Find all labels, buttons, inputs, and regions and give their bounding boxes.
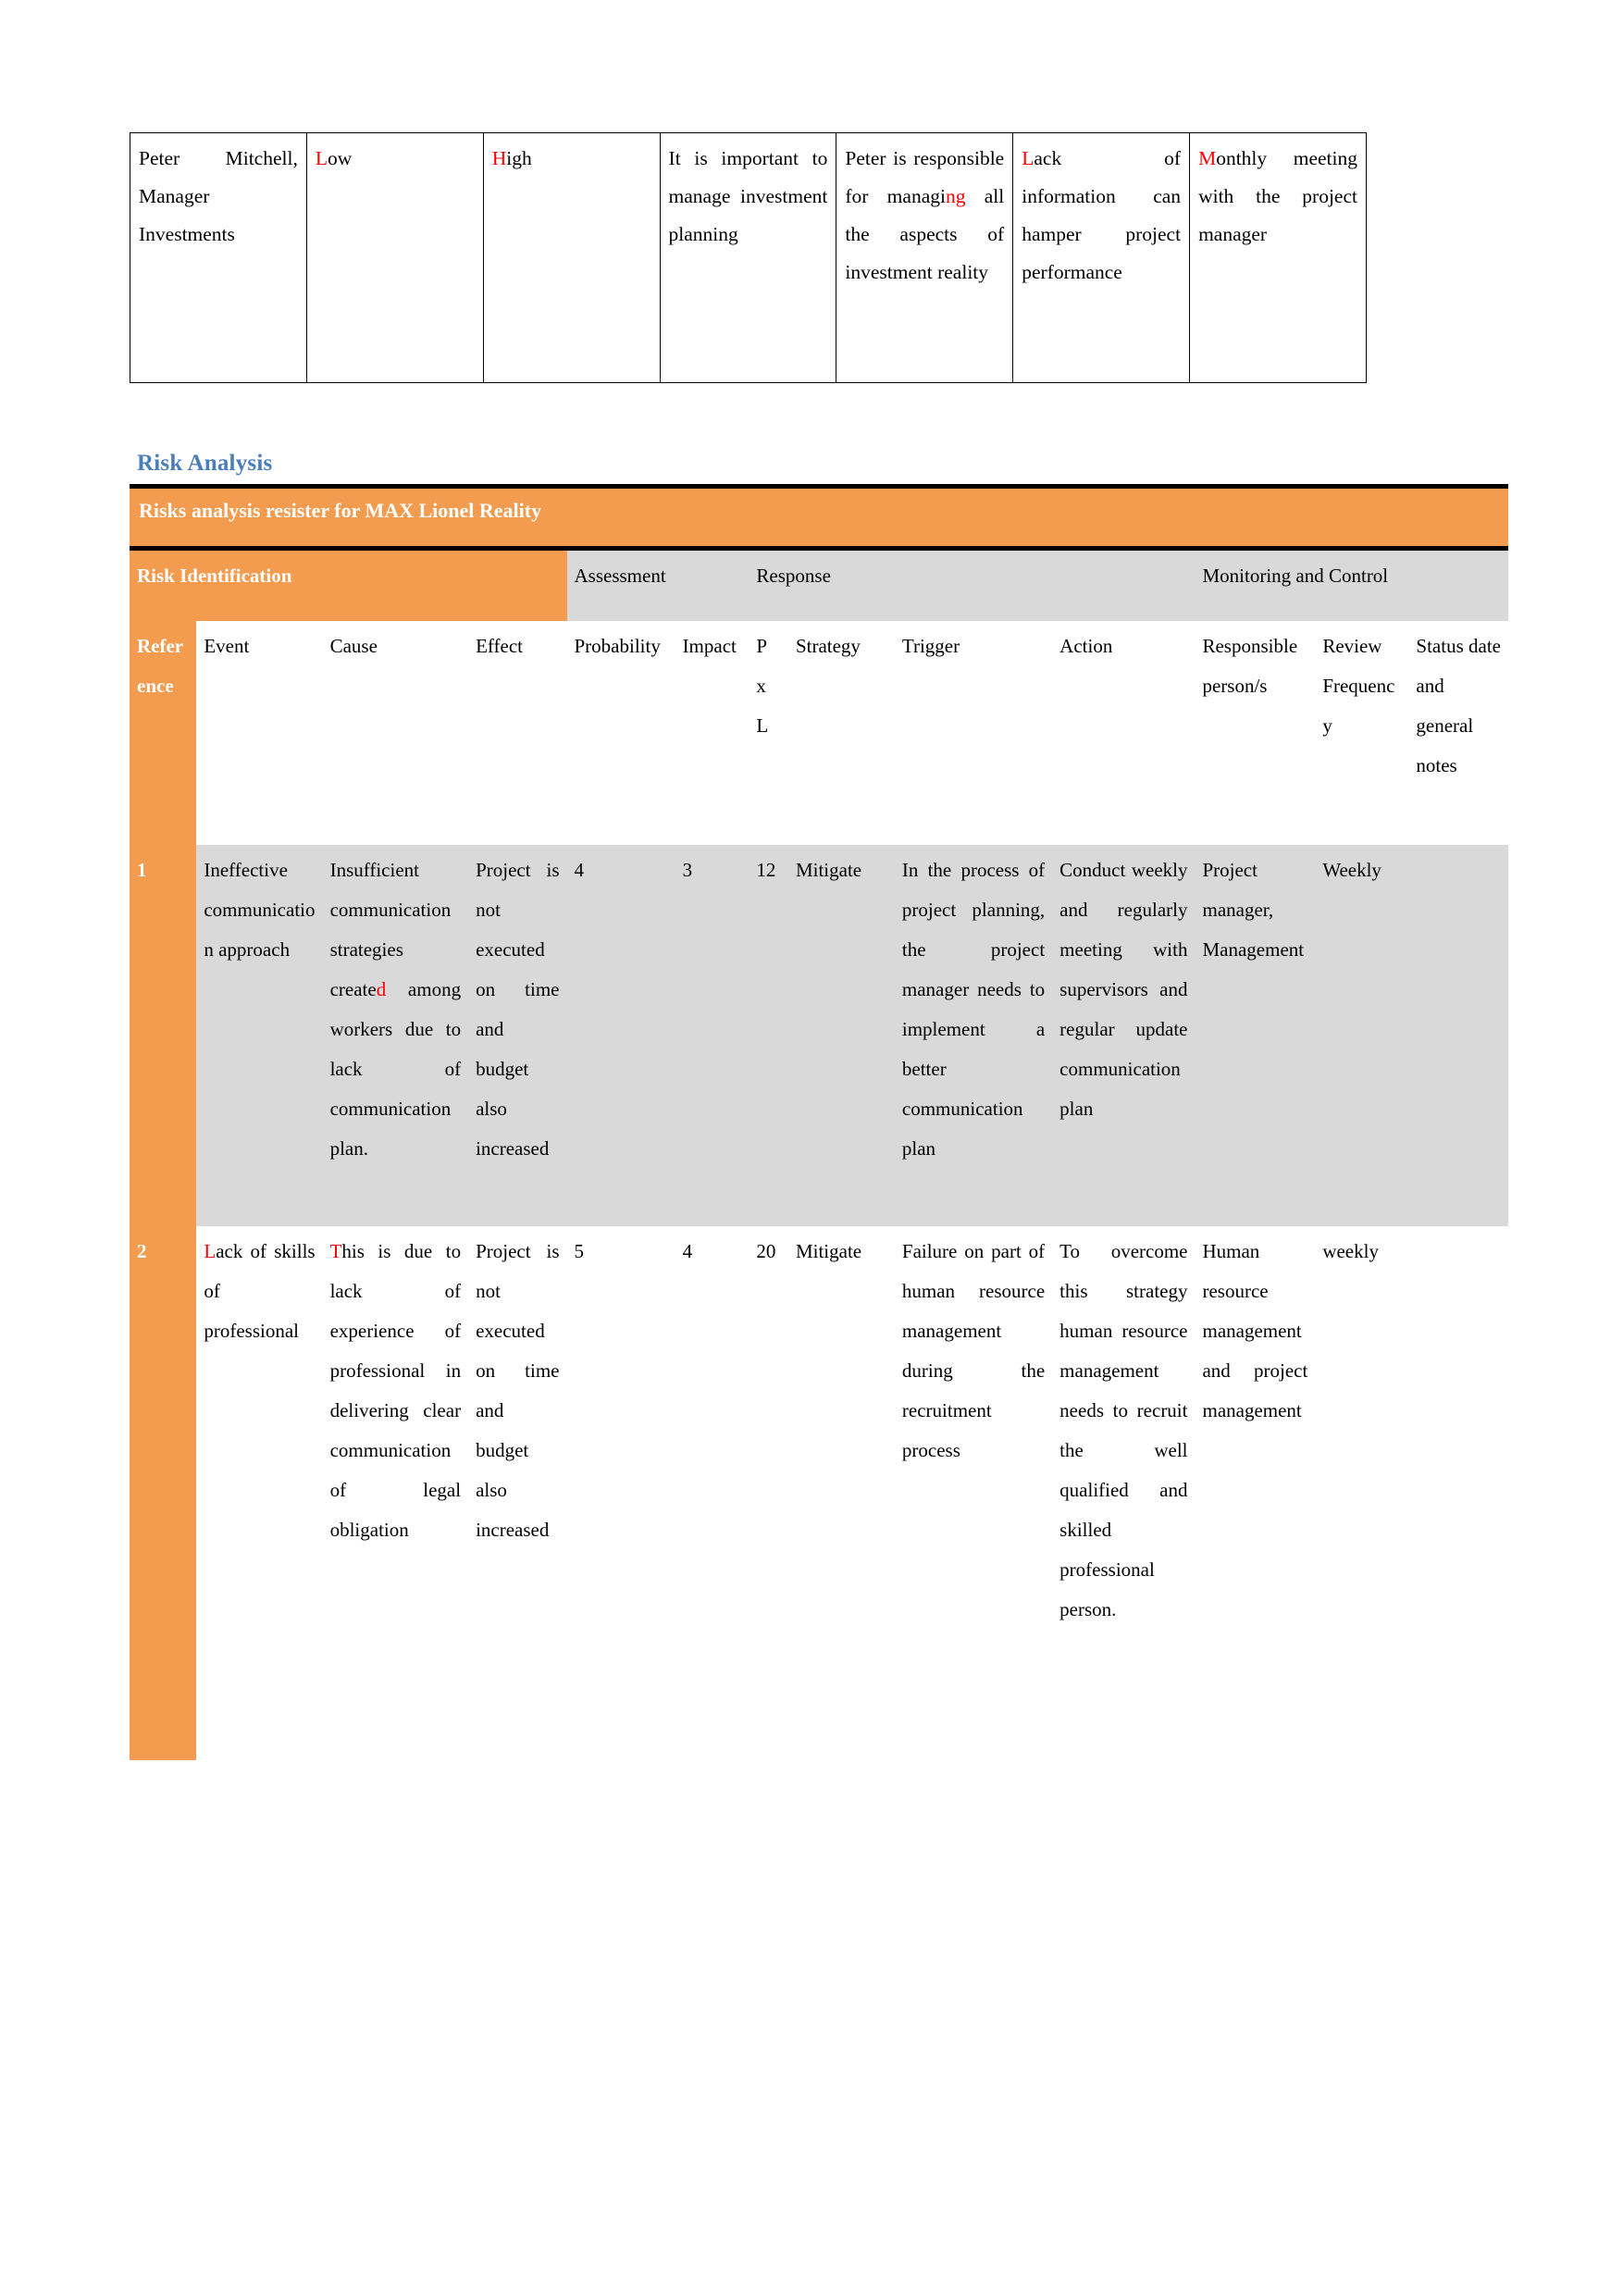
- cell-event: Lack of skills of professional: [196, 1226, 323, 1760]
- red-initial-lack-event: L: [204, 1240, 217, 1262]
- cell-reference: 2: [130, 1226, 197, 1760]
- cell-effect: Project is not executed on time and budg…: [468, 845, 567, 1226]
- red-initial-lack: L: [1022, 147, 1035, 169]
- col-header-reference: Reference: [130, 621, 197, 845]
- cell-trigger: Failure on part of human resource manage…: [894, 1226, 1053, 1760]
- col-header-action: Action: [1052, 621, 1196, 845]
- risk-note-rest: ack of information can hamper project pe…: [1022, 147, 1182, 283]
- col-header-event: Event: [196, 621, 323, 845]
- risk-register-grid: Risk Identification Assessment Response …: [130, 551, 1508, 1760]
- group-risk-identification: Risk Identification: [130, 551, 567, 621]
- cell-action: To overcome this strategy human resource…: [1052, 1226, 1196, 1760]
- group-header-row: Risk Identification Assessment Response …: [130, 551, 1508, 621]
- cell-responsible-person: Human resource management and project ma…: [1195, 1226, 1316, 1760]
- engagement-cell: Monthly meeting with the project manager: [1189, 132, 1367, 383]
- cell-effect: Project is not executed on time and budg…: [468, 1226, 567, 1760]
- red-initial-high: H: [491, 147, 507, 169]
- col-header-status-notes: Status date and general notes: [1408, 621, 1508, 845]
- low-label: ow: [327, 147, 353, 169]
- col-header-effect: Effect: [468, 621, 567, 845]
- group-assessment: Assessment: [566, 551, 750, 621]
- engagement-rest: onthly meeting with the project manager: [1198, 147, 1357, 245]
- cell-impact: 4: [675, 1226, 750, 1760]
- importance-cell: It is important to manage investment pla…: [659, 132, 837, 383]
- red-initial-low: L: [315, 147, 328, 169]
- group-response: Response: [749, 551, 1196, 621]
- cell-trigger: In the process of project planning, the …: [894, 845, 1053, 1226]
- cell-pxl: 20: [749, 1226, 788, 1760]
- impact-level-cell: Low: [305, 132, 484, 383]
- stakeholder-table: Peter Mitchell, Manager Investments Low …: [130, 132, 1367, 383]
- col-header-pxl: P x L: [749, 621, 788, 845]
- document-page: Peter Mitchell, Manager Investments Low …: [0, 0, 1623, 2296]
- cell-probability: 4: [566, 845, 675, 1226]
- table-row: 2 Lack of skills of professional This is…: [130, 1226, 1508, 1760]
- cell-action: Conduct weekly and regularly meeting wit…: [1052, 845, 1196, 1226]
- cell-reference: 1: [130, 845, 197, 1226]
- responsibility-text: Peter is responsible for managing all th…: [845, 140, 1004, 292]
- stakeholder-cell: Peter Mitchell, Manager Investments: [130, 132, 307, 383]
- table-row: 1 Ineffective communication approach Ins…: [130, 845, 1508, 1226]
- col-header-cause: Cause: [322, 621, 469, 845]
- column-header-row: Reference Event Cause Effect Probability…: [130, 621, 1508, 845]
- red-initial-this: T: [329, 1240, 342, 1262]
- page-title: Risk Analysis: [137, 451, 273, 476]
- cell-cause: Insufficient communication strategies cr…: [322, 845, 469, 1226]
- cell-event: Ineffective communication approach: [196, 845, 323, 1226]
- cell-responsible-person: Project manager, Management: [1195, 845, 1316, 1226]
- cell-cause: This is due to lack of experience of pro…: [322, 1226, 469, 1760]
- risk-register-banner-title: Risks analysis resister for MAX Lionel R…: [139, 499, 542, 522]
- high-label: igh: [506, 147, 532, 169]
- col-header-trigger: Trigger: [894, 621, 1053, 845]
- cell-status-notes: [1408, 1226, 1508, 1760]
- cell-pxl: 12: [749, 845, 788, 1226]
- cell-review-frequency: weekly: [1315, 1226, 1409, 1760]
- cell-strategy: Mitigate: [787, 845, 895, 1226]
- table-row: Peter Mitchell, Manager Investments Low …: [130, 132, 1367, 383]
- responsibility-cell: Peter is responsible for managing all th…: [836, 132, 1014, 383]
- cell-strategy: Mitigate: [787, 1226, 895, 1760]
- col-header-probability: Probability: [566, 621, 675, 845]
- col-header-review-frequency: Review Frequency: [1315, 621, 1409, 845]
- influence-level-cell: High: [482, 132, 661, 383]
- red-fragment-ng: ng: [945, 185, 966, 207]
- cell-impact: 3: [675, 845, 750, 1226]
- red-initial-monthly: M: [1198, 147, 1217, 169]
- cause-rest: his is due to lack of experience of prof…: [329, 1240, 462, 1541]
- col-header-responsible-person: Responsible person/s: [1195, 621, 1316, 845]
- risk-register-banner: Risks analysis resister for MAX Lionel R…: [130, 489, 1508, 546]
- event-rest: ack of skills of professional: [204, 1240, 316, 1342]
- red-fragment-d: d: [376, 978, 387, 1000]
- engagement-text: Monthly meeting with the project manager: [1198, 140, 1357, 254]
- cell-probability: 5: [566, 1226, 675, 1760]
- cell-status-notes: [1408, 845, 1508, 1226]
- col-header-strategy: Strategy: [787, 621, 895, 845]
- cell-review-frequency: Weekly: [1315, 845, 1409, 1226]
- group-monitoring-and-control: Monitoring and Control: [1195, 551, 1508, 621]
- col-header-impact: Impact: [675, 621, 750, 845]
- risk-note-text: Lack of information can hamper project p…: [1022, 140, 1181, 292]
- risk-note-cell: Lack of information can hamper project p…: [1012, 132, 1191, 383]
- cause-part2: among workers due to lack of communicati…: [329, 978, 462, 1160]
- importance-text: It is important to manage investment pla…: [668, 147, 828, 245]
- risk-register-table: Risks analysis resister for MAX Lionel R…: [130, 484, 1508, 1760]
